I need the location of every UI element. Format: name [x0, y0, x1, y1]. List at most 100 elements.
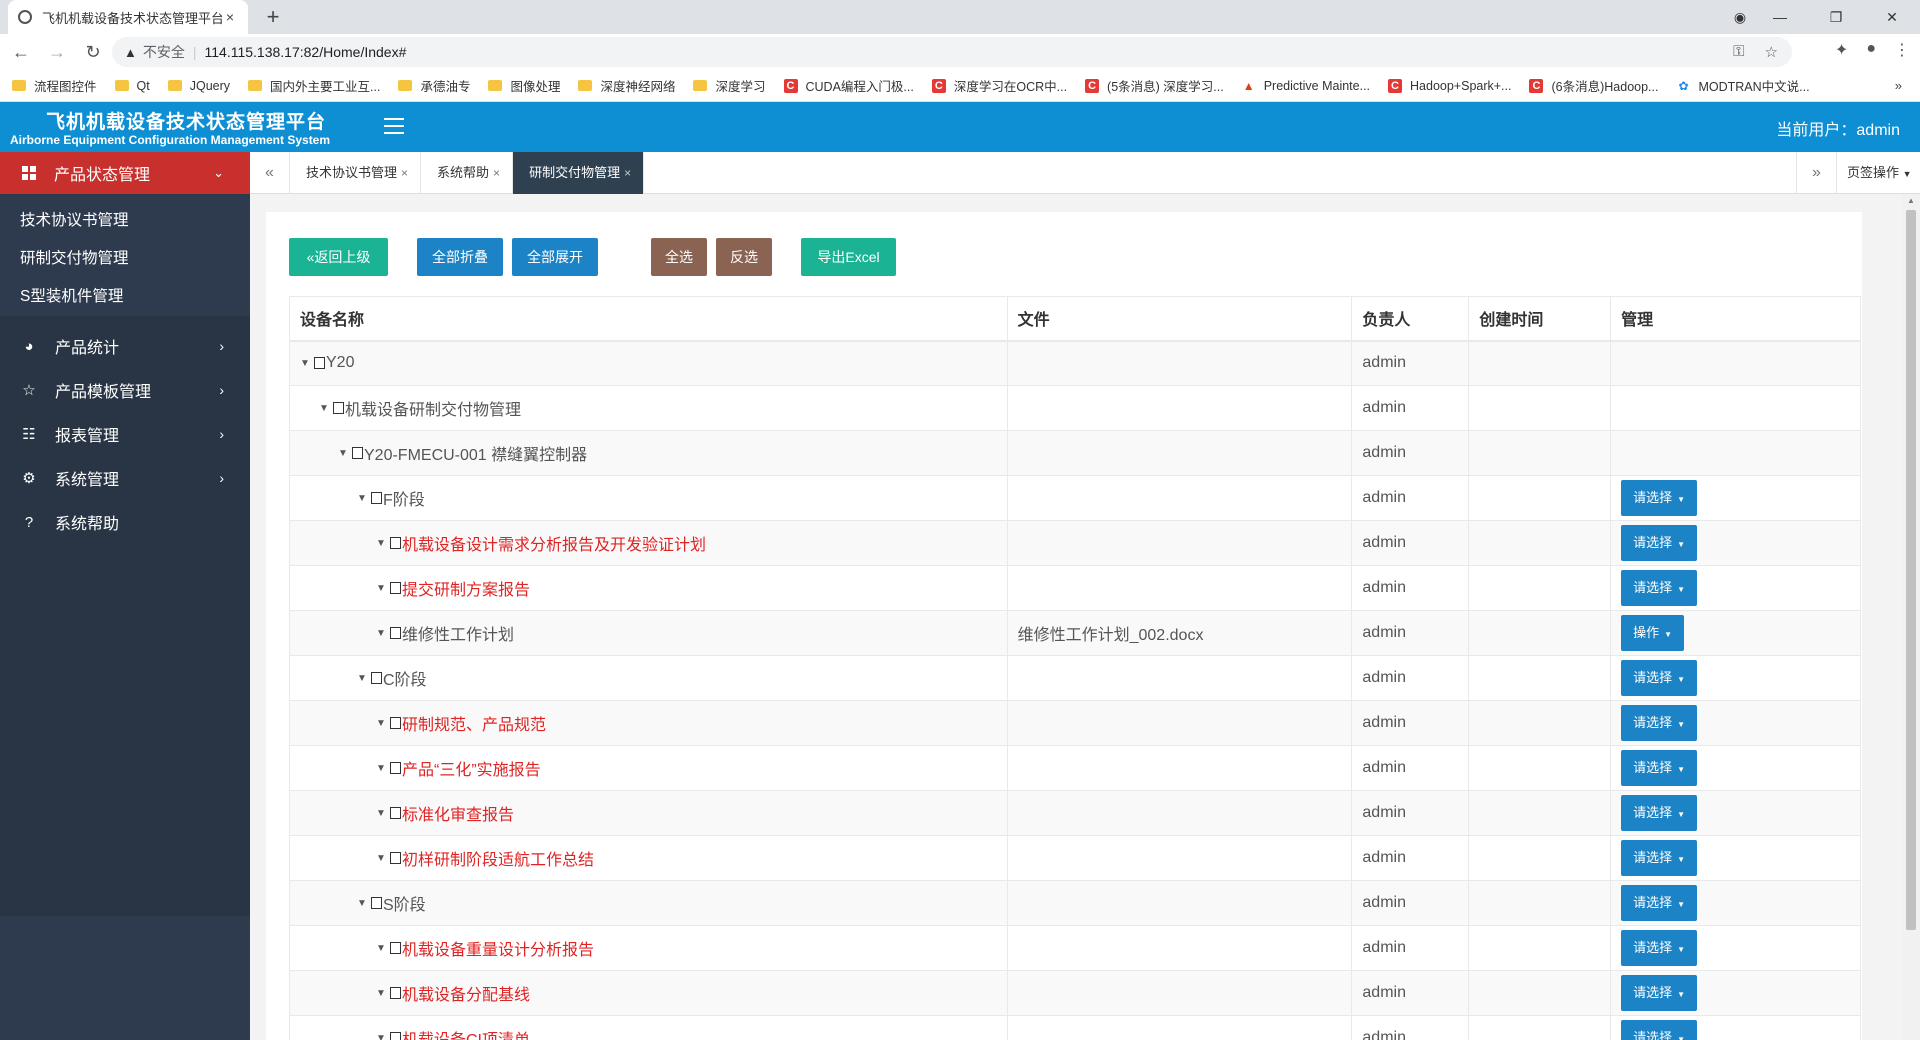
sidebar-menu-item[interactable]: ? 系统帮助	[0, 500, 250, 544]
table-row[interactable]: ▼ 机载设备重量设计分析报告 admin 请选择 ▼	[289, 925, 1861, 971]
manage-dropdown-button[interactable]: 请选择 ▼	[1621, 750, 1698, 786]
bookmark-item[interactable]: 流程图控件	[12, 76, 97, 95]
select-all-button[interactable]: 全选	[651, 238, 707, 276]
expand-arrow-icon[interactable]: ▼	[376, 853, 390, 864]
table-row[interactable]: ▼ 机载设备CI项清单 admin 请选择 ▼	[289, 1015, 1861, 1040]
browser-tab[interactable]: 飞机机载设备技术状态管理平台 ×	[8, 0, 248, 34]
row-checkbox[interactable]	[390, 582, 401, 594]
profile-dropdown-icon[interactable]: ◉	[1728, 9, 1752, 26]
sidebar-subitem[interactable]: 技术协议书管理	[0, 202, 250, 240]
account-icon[interactable]: ●	[1866, 40, 1876, 60]
invert-selection-button[interactable]: 反选	[716, 238, 772, 276]
hamburger-icon[interactable]	[384, 118, 404, 134]
row-checkbox[interactable]	[371, 492, 382, 504]
close-window-icon[interactable]: ✕	[1864, 9, 1920, 26]
minimize-icon[interactable]: —	[1752, 9, 1808, 25]
manage-dropdown-button[interactable]: 请选择 ▼	[1621, 840, 1698, 876]
table-row[interactable]: ▼ 提交研制方案报告 admin 请选择 ▼	[289, 565, 1861, 611]
row-checkbox[interactable]	[314, 357, 325, 370]
scroll-tabs-left-icon[interactable]: «	[250, 152, 290, 194]
close-page-tab-icon[interactable]: ×	[624, 166, 631, 180]
new-tab-button[interactable]: +	[260, 4, 286, 30]
row-checkbox[interactable]	[390, 807, 401, 819]
page-tab[interactable]: 系统帮助 ×	[421, 152, 514, 194]
table-row[interactable]: ▼ 维修性工作计划 维修性工作计划_002.docx admin 操作 ▼	[289, 610, 1861, 656]
scrollbar-thumb[interactable]	[1906, 210, 1916, 930]
expand-arrow-icon[interactable]: ▼	[319, 403, 333, 414]
table-row[interactable]: ▼ 机载设备研制交付物管理 admin	[289, 385, 1861, 431]
bookmark-item[interactable]: Qt	[114, 79, 150, 93]
row-checkbox[interactable]	[390, 1032, 401, 1040]
menu-icon[interactable]: ⋮	[1894, 40, 1910, 60]
expand-arrow-icon[interactable]: ▼	[376, 763, 390, 774]
manage-dropdown-button[interactable]: 请选择 ▼	[1621, 930, 1698, 966]
table-row[interactable]: ▼ S阶段 admin 请选择 ▼	[289, 880, 1861, 926]
close-page-tab-icon[interactable]: ×	[493, 166, 500, 180]
bookmark-item[interactable]: JQuery	[167, 79, 230, 93]
expand-arrow-icon[interactable]: ▼	[338, 448, 352, 459]
scroll-tabs-right-icon[interactable]: »	[1796, 152, 1836, 194]
bookmark-item[interactable]: C (6条消息)Hadoop...	[1529, 76, 1658, 95]
page-tab[interactable]: 技术协议书管理 ×	[290, 152, 422, 194]
bookmark-item[interactable]: C Hadoop+Spark+...	[1388, 78, 1511, 93]
expand-arrow-icon[interactable]: ▼	[357, 493, 371, 504]
export-excel-button[interactable]: 导出Excel	[801, 238, 896, 276]
row-checkbox[interactable]	[371, 897, 382, 909]
manage-dropdown-button[interactable]: 请选择 ▼	[1621, 705, 1698, 741]
manage-dropdown-button[interactable]: 请选择 ▼	[1621, 570, 1698, 606]
sidebar-subitem[interactable]: S型装机件管理	[0, 278, 250, 316]
page-scrollbar[interactable]: ▲	[1902, 194, 1920, 1040]
manage-dropdown-button[interactable]: 请选择 ▼	[1621, 660, 1698, 696]
table-row[interactable]: ▼ 标准化审查报告 admin 请选择 ▼	[289, 790, 1861, 836]
bookmark-item[interactable]: ✿ MODTRAN中文说...	[1676, 76, 1809, 95]
row-checkbox[interactable]	[390, 537, 401, 549]
col-header-created[interactable]: 创建时间	[1468, 296, 1612, 342]
row-checkbox[interactable]	[390, 852, 401, 864]
more-bookmarks-icon[interactable]: »	[1895, 78, 1902, 93]
row-checkbox[interactable]	[352, 447, 363, 459]
sidebar-menu-item[interactable]: ◕ 产品统计 ›	[0, 324, 250, 368]
address-bar[interactable]: ▲ 不安全 | 114.115.138.17:82/Home/Index# ⚿ …	[112, 37, 1792, 67]
bookmark-item[interactable]: ▲ Predictive Mainte...	[1242, 79, 1370, 93]
sidebar-menu-item[interactable]: ☆ 产品模板管理 ›	[0, 368, 250, 412]
table-row[interactable]: ▼ 产品“三化”实施报告 admin 请选择 ▼	[289, 745, 1861, 791]
col-header-owner[interactable]: 负责人	[1351, 296, 1470, 342]
page-tab[interactable]: 研制交付物管理 ×	[513, 152, 645, 194]
bookmark-item[interactable]: C CUDA编程入门极...	[783, 76, 914, 95]
expand-all-button[interactable]: 全部展开	[512, 238, 598, 276]
sidebar-subitem[interactable]: 研制交付物管理	[0, 240, 250, 278]
page-ops-dropdown[interactable]: 页签操作 ▼	[1836, 152, 1920, 194]
bookmark-item[interactable]: C 深度学习在OCR中...	[931, 76, 1067, 95]
scroll-up-icon[interactable]: ▲	[1902, 194, 1920, 208]
col-header-manage[interactable]: 管理	[1610, 296, 1861, 342]
expand-arrow-icon[interactable]: ▼	[376, 943, 390, 954]
close-tab-icon[interactable]: ×	[222, 9, 238, 25]
table-row[interactable]: ▼ 研制规范、产品规范 admin 请选择 ▼	[289, 700, 1861, 746]
row-checkbox[interactable]	[390, 717, 401, 729]
bookmark-item[interactable]: 图像处理	[488, 76, 560, 95]
expand-arrow-icon[interactable]: ▼	[376, 583, 390, 594]
row-checkbox[interactable]	[390, 762, 401, 774]
expand-arrow-icon[interactable]: ▼	[376, 718, 390, 729]
row-checkbox[interactable]	[390, 942, 401, 954]
table-row[interactable]: ▼ 初样研制阶段适航工作总结 admin 请选择 ▼	[289, 835, 1861, 881]
bookmark-item[interactable]: 承德油专	[398, 76, 470, 95]
bookmark-item[interactable]: 国内外主要工业互...	[248, 76, 380, 95]
expand-arrow-icon[interactable]: ▼	[376, 538, 390, 549]
back-up-button[interactable]: «返回上级	[289, 238, 388, 276]
key-icon[interactable]: ⚿	[1733, 43, 1744, 61]
collapse-all-button[interactable]: 全部折叠	[417, 238, 503, 276]
table-row[interactable]: ▼ C阶段 admin 请选择 ▼	[289, 655, 1861, 701]
expand-arrow-icon[interactable]: ▼	[376, 988, 390, 999]
table-row[interactable]: ▼ 机载设备分配基线 admin 请选择 ▼	[289, 970, 1861, 1016]
row-checkbox[interactable]	[390, 987, 401, 999]
col-header-file[interactable]: 文件	[1007, 296, 1353, 342]
extensions-icon[interactable]: ✦	[1835, 40, 1848, 60]
url-text[interactable]: 114.115.138.17:82/Home/Index#	[205, 44, 407, 60]
manage-dropdown-button[interactable]: 操作 ▼	[1621, 615, 1685, 651]
table-row[interactable]: ▼ Y20 admin	[289, 340, 1861, 386]
manage-dropdown-button[interactable]: 请选择 ▼	[1621, 480, 1698, 516]
table-row[interactable]: ▼ F阶段 admin 请选择 ▼	[289, 475, 1861, 521]
back-icon[interactable]: ←	[6, 42, 36, 63]
bookmark-item[interactable]: 深度学习	[693, 76, 766, 95]
